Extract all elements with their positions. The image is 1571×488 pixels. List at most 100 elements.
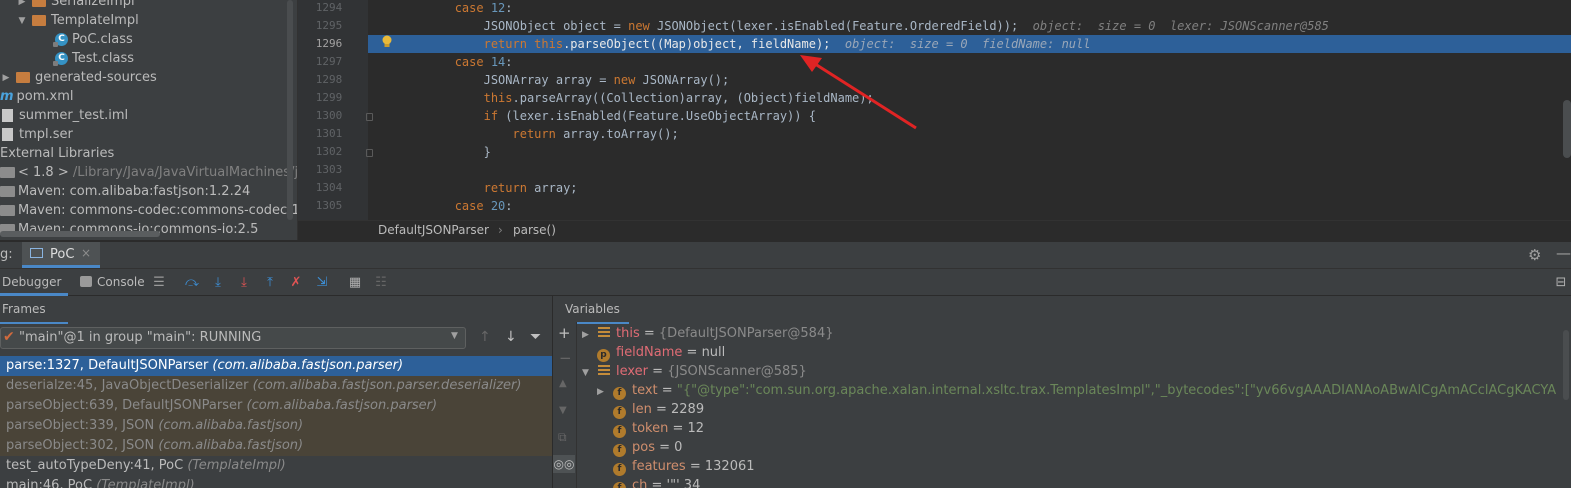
next-frame-icon[interactable]: ↓ [505, 329, 517, 345]
editor-scrollbar[interactable] [1563, 100, 1571, 158]
line-number[interactable]: 1297 [298, 53, 360, 71]
collapse-arrow-icon[interactable]: ▼ [16, 16, 28, 26]
line-number[interactable]: 1305 [298, 197, 360, 215]
close-tab-icon[interactable]: × [81, 246, 91, 260]
frame-package: (com.alibaba.fastjson.parser) [212, 358, 404, 373]
tree-item-generated-sources[interactable]: ▶ generated-sources [0, 68, 157, 87]
code-line[interactable]: case 12: [368, 0, 513, 17]
breadcrumb-class[interactable]: DefaultJSONParser [378, 223, 489, 237]
drop-frame-icon[interactable]: ✗ [288, 275, 304, 291]
variable-row[interactable]: f features = 132061 [613, 457, 755, 476]
frame-row[interactable]: test_autoTypeDeny:41, PoC (TemplateImpl) [0, 456, 552, 476]
line-number[interactable]: 1301 [298, 125, 360, 143]
frame-method: parse:1327, DefaultJSONParser [6, 358, 213, 373]
code-line[interactable]: return array; [368, 179, 578, 197]
code-line[interactable]: if (lexer.isEnabled(Feature.UseObjectArr… [368, 107, 816, 125]
line-number[interactable]: 1295 [298, 17, 360, 35]
frame-row[interactable]: parse:1327, DefaultJSONParser (com.aliba… [0, 356, 552, 376]
tree-item-templateimpl[interactable]: ▼ TemplateImpl [16, 11, 139, 30]
debug-toolbar: Debugger Console ☰ ⤼ ⤓ ⤓ ⤒ ✗ ⇲ ▦ ☷ ⊟ [0, 268, 1571, 296]
frame-row[interactable]: parseObject:639, DefaultJSONParser (com.… [0, 396, 552, 416]
library-icon [0, 167, 15, 178]
frame-method: parseObject:339, JSON [6, 418, 159, 433]
variable-row[interactable]: f token = 12 [613, 419, 704, 438]
code-line[interactable]: return array.toArray(); [368, 125, 679, 143]
collapse-arrow-icon[interactable]: ▼ [582, 364, 594, 383]
tree-item-serializeimpl[interactable]: ▶ SerializeImpl [16, 0, 135, 11]
variable-row[interactable]: f pos = 0 [613, 438, 682, 457]
code-line[interactable]: case 14: [368, 53, 513, 71]
code-line[interactable]: return this.parseObject((Map)object, fie… [368, 35, 1091, 53]
breadcrumb-separator-icon: › [498, 223, 503, 237]
code-line[interactable]: JSONObject object = new JSONObject(lexer… [368, 17, 1329, 35]
variable-row[interactable]: p fieldName = null [597, 343, 725, 362]
variable-row[interactable]: f len = 2289 [613, 400, 704, 419]
variable-row[interactable]: ▼ lexer = {JSONScanner@585} [582, 362, 807, 381]
tree-item-external-libraries[interactable]: External Libraries [0, 144, 114, 163]
line-number[interactable]: 1298 [298, 71, 360, 89]
variables-scrollbar[interactable] [1563, 330, 1569, 400]
code-line[interactable]: } [368, 143, 491, 161]
tree-item-tmpl-ser[interactable]: tmpl.ser [0, 125, 73, 144]
tree-item-commons-codec[interactable]: Maven: commons-codec:commons-codec:1 [0, 201, 297, 220]
file-icon [2, 109, 13, 122]
tree-item-fastjson[interactable]: Maven: com.alibaba:fastjson:1.2.24 [0, 182, 250, 201]
filter-icon[interactable]: ⏷ [530, 329, 541, 345]
frame-row[interactable]: parseObject:339, JSON (com.alibaba.fastj… [0, 416, 552, 436]
frame-package: (TemplateImpl) [96, 478, 195, 488]
frame-row[interactable]: main:46, PoC (TemplateImpl) [0, 476, 552, 488]
glasses-icon[interactable]: ◎◎ [553, 455, 575, 473]
variable-name: pos [632, 440, 655, 455]
line-number[interactable]: 1303 [298, 161, 360, 179]
step-over-icon[interactable]: ⤼ [184, 275, 200, 291]
code-line[interactable]: JSONArray array = new JSONArray(); [368, 71, 730, 89]
variable-name: fieldName [616, 345, 683, 360]
tree-item-iml[interactable]: summer_test.iml [0, 106, 128, 125]
line-number[interactable]: 1299 [298, 89, 360, 107]
tree-item-poc-class[interactable]: C PoC.class [53, 30, 133, 49]
line-number[interactable]: 1294 [298, 0, 360, 17]
expand-arrow-icon[interactable]: ▶ [582, 326, 594, 345]
variable-name: ch [632, 478, 648, 488]
field-icon: f [613, 463, 626, 476]
variable-row[interactable]: f ch = '"' 34 [613, 476, 700, 488]
chevron-down-icon[interactable]: ▼ [451, 331, 458, 341]
add-watch-icon[interactable]: + [558, 324, 571, 342]
variable-value: = [639, 326, 659, 341]
field-icon: f [613, 406, 626, 419]
variable-row[interactable]: ▶ f text = "{"@type":"com.sun.org.apache.x… [597, 381, 1557, 400]
frame-row[interactable]: deserialze:45, JavaObjectDeserializer (c… [0, 376, 552, 396]
frame-row[interactable]: parseObject:302, JSON (com.alibaba.fastj… [0, 436, 552, 456]
tree-item-jdk[interactable]: < 1.8 > /Library/Java/JavaVirtualMachine… [0, 163, 297, 182]
thread-select[interactable]: ✔ "main"@1 in group "main": RUNNING ▼ [0, 327, 466, 349]
variable-value: = '"' 34 [647, 478, 701, 488]
variable-row[interactable]: ▶ this = {DefaultJSONParser@584} [582, 324, 834, 343]
expand-arrow-icon[interactable]: ▶ [0, 73, 12, 83]
line-number[interactable]: 1302 [298, 143, 360, 161]
minimize-icon[interactable]: — [1556, 244, 1571, 262]
variables-title: Variables [565, 302, 620, 316]
maven-icon: m [0, 89, 14, 104]
code-line[interactable]: case 20: [368, 197, 513, 215]
force-step-into-icon[interactable]: ⤓ [236, 275, 252, 291]
project-vertical-scrollbar[interactable] [287, 0, 293, 220]
breadcrumb-method[interactable]: parse() [513, 223, 556, 237]
frames-menu-icon[interactable]: ☰ [151, 275, 167, 291]
project-horizontal-scrollbar[interactable] [0, 231, 160, 237]
tree-item-pom-xml[interactable]: m pom.xml [0, 87, 74, 106]
line-number[interactable]: 1296 [298, 35, 360, 53]
tab-debugger[interactable]: Debugger [0, 269, 68, 296]
line-number[interactable]: 1300 [298, 107, 360, 125]
step-into-icon[interactable]: ⤓ [210, 275, 226, 291]
gear-icon[interactable]: ⚙ [1528, 246, 1541, 264]
debug-session-tab[interactable]: PoC × [22, 242, 100, 268]
expand-arrow-icon[interactable]: ▶ [597, 383, 609, 400]
tree-item-test-class[interactable]: C Test.class [53, 49, 134, 68]
step-out-icon[interactable]: ⤒ [262, 275, 278, 291]
tab-console[interactable]: Console [97, 275, 145, 289]
run-to-cursor-icon[interactable]: ⇲ [314, 275, 330, 291]
line-number[interactable]: 1304 [298, 179, 360, 197]
evaluate-expression-icon[interactable]: ▦ [347, 275, 363, 291]
expand-arrow-icon[interactable]: ▶ [16, 0, 28, 7]
layout-icon[interactable]: ⊟ [1553, 275, 1569, 291]
